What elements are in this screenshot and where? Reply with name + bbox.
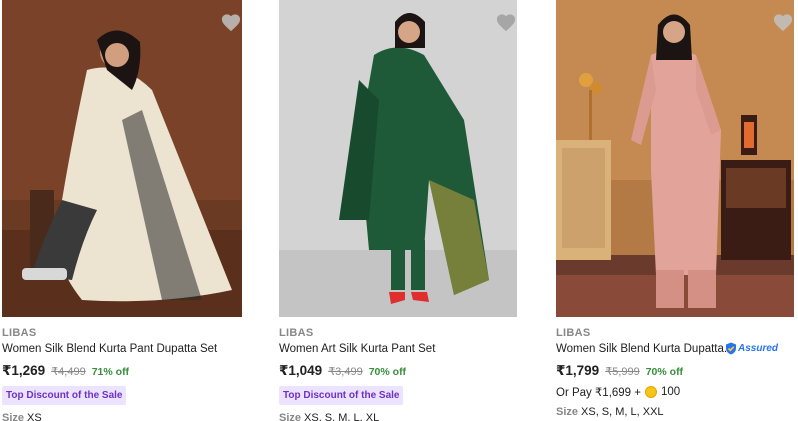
product-card[interactable]: LIBAS Women Silk Blend Kurta Dupatta... …	[556, 0, 794, 421]
wishlist-heart-icon[interactable]	[220, 12, 242, 32]
offer-badge: Top Discount of the Sale	[2, 386, 127, 405]
size-values: XS	[27, 412, 42, 421]
pay-text: Or Pay ₹1,699 +	[556, 387, 641, 399]
product-brand: LIBAS	[279, 327, 314, 339]
size-values: XS, S, M, L, XL	[304, 412, 380, 421]
product-image[interactable]	[556, 0, 794, 317]
size-label: Size	[279, 412, 302, 421]
product-brand: LIBAS	[2, 327, 37, 339]
discount-percent: 70% off	[368, 366, 407, 378]
product-title[interactable]: Women Silk Blend Kurta Dupatta...	[556, 343, 734, 355]
selling-price: ₹1,269	[2, 363, 46, 378]
coin-pay-row: Or Pay ₹1,699 + 100	[556, 385, 680, 399]
offer-badge: Top Discount of the Sale	[279, 386, 404, 405]
assured-text: Assured	[737, 343, 778, 354]
product-title[interactable]: Women Art Silk Kurta Pant Set	[279, 343, 435, 355]
product-image[interactable]	[279, 0, 517, 317]
size-row: Size XS, S, M, L, XL	[279, 412, 379, 421]
discount-percent: 70% off	[645, 366, 684, 378]
original-price: ₹3,499	[328, 366, 363, 378]
original-price: ₹5,999	[605, 366, 640, 378]
product-title[interactable]: Women Silk Blend Kurta Pant Dupatta Set	[2, 343, 217, 355]
product-card[interactable]: LIBAS Women Art Silk Kurta Pant Set ₹1,0…	[279, 0, 517, 421]
size-row: Size XS	[2, 412, 42, 421]
price-row: ₹1,799 ₹5,999 70% off	[556, 363, 683, 379]
selling-price: ₹1,799	[556, 363, 600, 378]
size-label: Size	[2, 412, 25, 421]
selling-price: ₹1,049	[279, 363, 323, 378]
price-row: ₹1,269 ₹4,499 71% off	[2, 363, 129, 379]
size-label: Size	[556, 406, 579, 418]
wishlist-heart-icon[interactable]	[772, 12, 794, 32]
price-row: ₹1,049 ₹3,499 70% off	[279, 363, 406, 379]
shield-icon	[725, 342, 736, 355]
size-row: Size XS, S, M, L, XXL	[556, 406, 664, 418]
original-price: ₹4,499	[51, 366, 86, 378]
coin-amount: 100	[661, 386, 681, 398]
size-values: XS, S, M, L, XXL	[581, 406, 664, 418]
discount-percent: 71% off	[91, 366, 130, 378]
product-brand: LIBAS	[556, 327, 591, 339]
assured-badge: Assured	[725, 342, 778, 355]
wishlist-heart-icon[interactable]	[495, 12, 517, 32]
supercoin-icon	[645, 386, 657, 398]
product-card[interactable]: LIBAS Women Silk Blend Kurta Pant Dupatt…	[2, 0, 242, 421]
product-image[interactable]	[2, 0, 242, 317]
